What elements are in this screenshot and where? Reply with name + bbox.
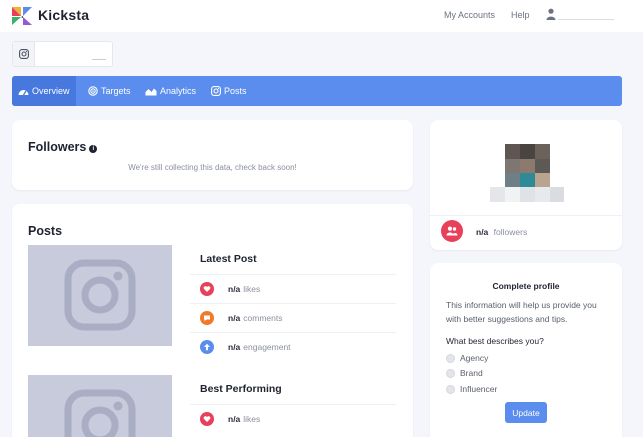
latest-likes-row: n/a likes [190,274,396,303]
tab-targets[interactable]: Targets [82,76,137,106]
engagement-dot [200,340,214,354]
avatar[interactable] [490,144,564,202]
followers-title: Followers i [28,140,98,154]
heart-icon [203,286,211,292]
latest-comments-label: comments [243,313,283,323]
kicksta-logo[interactable] [11,6,33,26]
latest-comments-value: n/a [228,313,241,323]
latest-engagement-label: engagement [243,342,291,352]
radio-button[interactable] [446,353,455,363]
instagram-icon [64,259,136,331]
profile-followers-label: followers [493,227,528,237]
heart-icon [203,416,211,422]
likes-dot [200,282,214,296]
followers-badge [441,220,463,242]
radio-button[interactable] [446,368,455,378]
best-likes-label: likes [243,414,261,424]
instagram-icon [64,389,136,437]
help-link[interactable]: Help [511,10,530,20]
option-brand[interactable]: Brand [446,368,483,378]
arrow-up-icon [204,343,210,351]
latest-likes-value: n/a [228,284,241,294]
instagram-icon [19,49,29,59]
tab-posts[interactable]: Posts [205,76,253,106]
comment-icon [204,315,210,321]
tab-targets-label: Targets [101,86,131,96]
profile-followers: n/a followers [476,227,527,237]
best-performing-title: Best Performing [200,383,282,395]
info-icon[interactable]: i [89,145,98,153]
chart-icon [145,88,157,95]
latest-comments-row: n/a comments [190,303,396,332]
followers-card: Followers i We're still collecting this d… [12,120,413,190]
option-agency[interactable]: Agency [446,353,488,363]
option-agency-label: Agency [460,353,489,363]
tab-analytics-label: Analytics [160,86,197,96]
complete-profile-description-1: This information will help us provide yo… [446,300,597,310]
top-bar: Kicksta My Accounts Help [0,0,643,32]
followers-title-text: Followers [28,140,87,154]
latest-likes-label: likes [243,284,261,294]
complete-profile-title: Complete profile [492,281,560,291]
best-likes-value: n/a [228,414,241,424]
account-icon-box [13,42,35,66]
my-accounts-link[interactable]: My Accounts [444,10,495,20]
best-likes-row: n/a likes [190,404,396,433]
dashboard-icon [18,89,29,95]
latest-post-title: Latest Post [200,253,257,265]
latest-engagement-row: n/a engagement [190,332,396,361]
user-icon[interactable] [546,8,556,20]
people-icon [446,226,458,236]
complete-profile-description-2: with better suggestions and tips. [446,314,568,324]
latest-post-image[interactable] [28,245,172,346]
instagram-icon [211,86,221,96]
best-post-image[interactable] [28,375,172,437]
username-field[interactable] [558,19,614,20]
account-name-placeholder [92,59,106,60]
profile-followers-value: n/a [476,227,489,237]
target-icon [88,86,98,96]
option-brand-label: Brand [460,368,483,378]
posts-title: Posts [28,224,63,238]
comments-dot [200,311,214,325]
option-influencer-label: Influencer [460,384,498,394]
brand-name: Kicksta [38,7,90,23]
option-influencer[interactable]: Influencer [446,384,497,394]
describe-question: What best describes you? [446,336,544,346]
tab-posts-label: Posts [224,86,247,96]
latest-engagement-value: n/a [228,342,241,352]
main-nav: Overview Targets Analytics Posts [12,76,622,106]
tab-overview[interactable]: Overview [12,76,76,106]
followers-message: We're still collecting this data, check … [128,163,297,172]
tab-overview-label: Overview [32,86,70,96]
radio-button[interactable] [446,384,455,394]
divider [430,215,622,216]
account-selector[interactable] [12,41,113,67]
tab-analytics[interactable]: Analytics [139,76,202,106]
update-button[interactable]: Update [505,402,547,423]
likes-dot [200,412,214,426]
